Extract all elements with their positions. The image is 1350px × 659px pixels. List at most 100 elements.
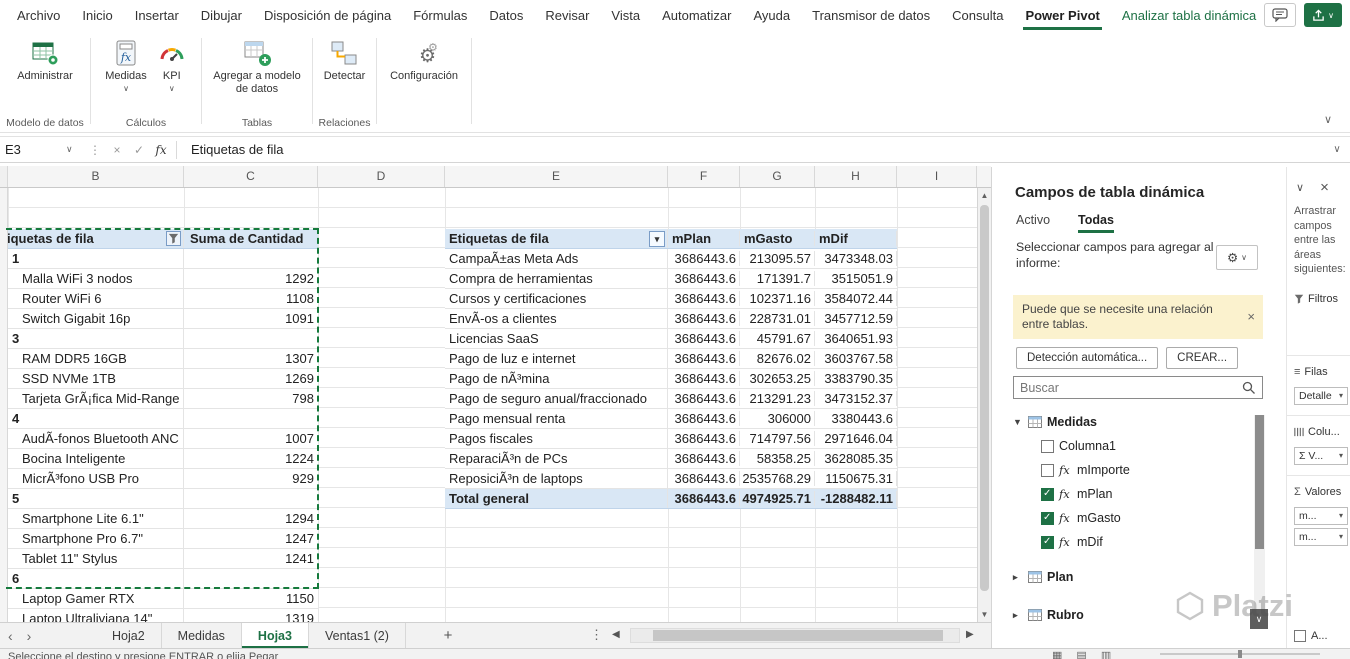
agregar-modelo-button[interactable]: Agregar a modelo de datos: [207, 35, 307, 99]
mplan-cell[interactable]: 3686443.6: [668, 451, 740, 466]
field-checkbox[interactable]: [1041, 464, 1054, 477]
pivot-row[interactable]: 1: [8, 249, 318, 269]
field-checkbox[interactable]: [1041, 536, 1054, 549]
mplan-cell[interactable]: 3686443.6: [668, 431, 740, 446]
mgasto-cell[interactable]: 306000: [740, 411, 815, 426]
mdif-header[interactable]: mDif: [815, 231, 897, 246]
pivot-row[interactable]: Pagos fiscales 3686443.6 714797.56 29716…: [445, 429, 897, 449]
pivot-row[interactable]: 4: [8, 409, 318, 429]
mdif-cell[interactable]: 3473348.03: [815, 251, 897, 266]
mgasto-cell[interactable]: 2535768.29: [740, 471, 815, 486]
mgasto-cell[interactable]: 45791.67: [740, 331, 815, 346]
pivot-row[interactable]: Pago de luz e internet 3686443.6 82676.0…: [445, 349, 897, 369]
pivot-row[interactable]: Pago de nÃ³mina 3686443.6 302653.25 3383…: [445, 369, 897, 389]
scroll-left-icon[interactable]: ◀: [612, 629, 620, 640]
collapse-ribbon-icon[interactable]: ∨: [1324, 113, 1332, 126]
field-item[interactable]: fx mGasto: [1013, 506, 1247, 530]
row-label-cell[interactable]: Smartphone Pro 6.7": [8, 529, 184, 548]
column-header-g[interactable]: G: [740, 166, 815, 187]
pivot-row[interactable]: CampaÃ±as Meta Ads 3686443.6 213095.57 3…: [445, 249, 897, 269]
tab-todas[interactable]: Todas: [1078, 213, 1114, 233]
expand-table-icon[interactable]: ▸: [1013, 610, 1023, 621]
row-label-cell[interactable]: Router WiFi 6: [8, 289, 184, 308]
dropdown-icon[interactable]: ▾: [649, 231, 665, 247]
field-chip-measure[interactable]: m...▾: [1294, 528, 1348, 546]
total-mplan-cell[interactable]: 3686443.6: [668, 491, 740, 506]
field-item[interactable]: fx mDif: [1013, 530, 1247, 554]
pivot-row[interactable]: EnvÃ-os a clientes 3686443.6 228731.01 3…: [445, 309, 897, 329]
field-chip-sigma-values[interactable]: Σ V...▾: [1294, 447, 1348, 465]
quantity-cell[interactable]: 798: [184, 391, 318, 406]
pivot-row[interactable]: ReparaciÃ³n de PCs 3686443.6 58358.25 36…: [445, 449, 897, 469]
mdif-cell[interactable]: 3457712.59: [815, 311, 897, 326]
row-label-cell[interactable]: RAM DDR5 16GB: [8, 349, 184, 368]
pivot-row[interactable]: 3: [8, 329, 318, 349]
pivot-row[interactable]: Bocina Inteligente 1224: [8, 449, 318, 469]
create-relationship-button[interactable]: CREAR...: [1166, 347, 1238, 369]
mdif-cell[interactable]: 3473152.37: [815, 391, 897, 406]
prev-sheet-icon[interactable]: ‹: [8, 628, 13, 644]
pivot-row[interactable]: 5: [8, 489, 318, 509]
pivot-row[interactable]: Compra de herramientas 3686443.6 171391.…: [445, 269, 897, 289]
administrar-button[interactable]: Administrar: [13, 35, 77, 86]
mplan-cell[interactable]: 3686443.6: [668, 411, 740, 426]
expand-table-icon[interactable]: ▸: [1013, 572, 1023, 583]
row-label-cell[interactable]: Cursos y certificaciones: [445, 289, 668, 308]
collapse-pane-icon[interactable]: ∨: [1296, 181, 1304, 194]
ribbon-tab[interactable]: Archivo: [6, 0, 71, 30]
tab-options-icon[interactable]: ⋮: [590, 627, 603, 643]
ribbon-tab[interactable]: Dibujar: [190, 0, 253, 30]
expand-formula-bar-icon[interactable]: ∨: [1324, 144, 1350, 155]
row-label-cell[interactable]: MicrÃ³fono USB Pro: [8, 469, 184, 488]
ribbon-tab[interactable]: Power Pivot: [1014, 0, 1110, 30]
row-label-cell[interactable]: Switch Gigabit 16p: [8, 309, 184, 328]
ribbon-tab[interactable]: Disposición de página: [253, 0, 402, 30]
horizontal-scrollbar-thumb[interactable]: [653, 630, 943, 641]
ribbon-tab[interactable]: Automatizar: [651, 0, 742, 30]
defer-checkbox[interactable]: [1294, 630, 1306, 642]
mdif-cell[interactable]: 2971646.04: [815, 431, 897, 446]
field-chip-detalle[interactable]: Detalle▾: [1294, 387, 1348, 405]
formula-bar-grip-icon[interactable]: ⋮: [84, 143, 106, 157]
row-label-cell[interactable]: Smartphone Lite 6.1": [8, 509, 184, 528]
pivot-row[interactable]: Router WiFi 6 1108: [8, 289, 318, 309]
row-label-cell[interactable]: AudÃ-fonos Bluetooth ANC: [8, 429, 184, 448]
column-header-c[interactable]: C: [184, 166, 318, 187]
quantity-cell[interactable]: 1150: [184, 591, 318, 606]
share-button[interactable]: ∨: [1304, 3, 1342, 27]
row-label-cell[interactable]: ReparaciÃ³n de PCs: [445, 449, 668, 468]
table-medidas[interactable]: ▼ Medidas: [1013, 410, 1247, 434]
quantity-cell[interactable]: 1247: [184, 531, 318, 546]
mdif-cell[interactable]: 3584072.44: [815, 291, 897, 306]
pivot-row[interactable]: Licencias SaaS 3686443.6 45791.67 364065…: [445, 329, 897, 349]
collapse-table-icon[interactable]: ▼: [1013, 417, 1023, 427]
kpi-button[interactable]: KPI ∨: [153, 35, 191, 96]
row-label-cell[interactable]: Compra de herramientas: [445, 269, 668, 288]
pivot-row[interactable]: Pago mensual renta 3686443.6 306000 3380…: [445, 409, 897, 429]
mplan-header[interactable]: mPlan: [668, 231, 740, 246]
quantity-cell[interactable]: 929: [184, 471, 318, 486]
quantity-cell[interactable]: 1224: [184, 451, 318, 466]
sheet-grid[interactable]: Etiquetas de fila Suma de Cantidad 1 Ma: [0, 188, 977, 622]
ribbon-tab[interactable]: Revisar: [534, 0, 600, 30]
field-item[interactable]: fx mImporte: [1013, 458, 1247, 482]
mplan-cell[interactable]: 3686443.6: [668, 291, 740, 306]
pivot-row[interactable]: RAM DDR5 16GB 1307: [8, 349, 318, 369]
row-label-cell[interactable]: ReposiciÃ³n de laptops: [445, 469, 668, 488]
vertical-scrollbar-thumb[interactable]: [980, 205, 989, 591]
mgasto-header[interactable]: mGasto: [740, 231, 815, 246]
pivot-row[interactable]: Laptop Gamer RTX 1150: [8, 589, 318, 609]
medidas-button[interactable]: fx Medidas ∨: [101, 35, 151, 96]
field-list-scrollbar[interactable]: [1254, 415, 1265, 627]
sheet-tab[interactable]: Medidas: [162, 623, 242, 648]
close-icon[interactable]: ×: [1247, 309, 1255, 324]
pivot-row[interactable]: Laptop Ultraliviana 14" 1319: [8, 609, 318, 622]
total-mgasto-cell[interactable]: 4974925.71: [740, 491, 815, 506]
table-row[interactable]: ▸ Plan: [1013, 562, 1247, 592]
ribbon-tab[interactable]: Inicio: [71, 0, 123, 30]
field-checkbox[interactable]: [1041, 512, 1054, 525]
grand-total-row[interactable]: Total general 3686443.6 4974925.71 -1288…: [445, 489, 897, 509]
name-box-chevron-icon[interactable]: ∨: [66, 144, 84, 155]
pivot-row[interactable]: 6: [8, 569, 318, 589]
total-mdif-cell[interactable]: -1288482.11: [815, 491, 897, 506]
